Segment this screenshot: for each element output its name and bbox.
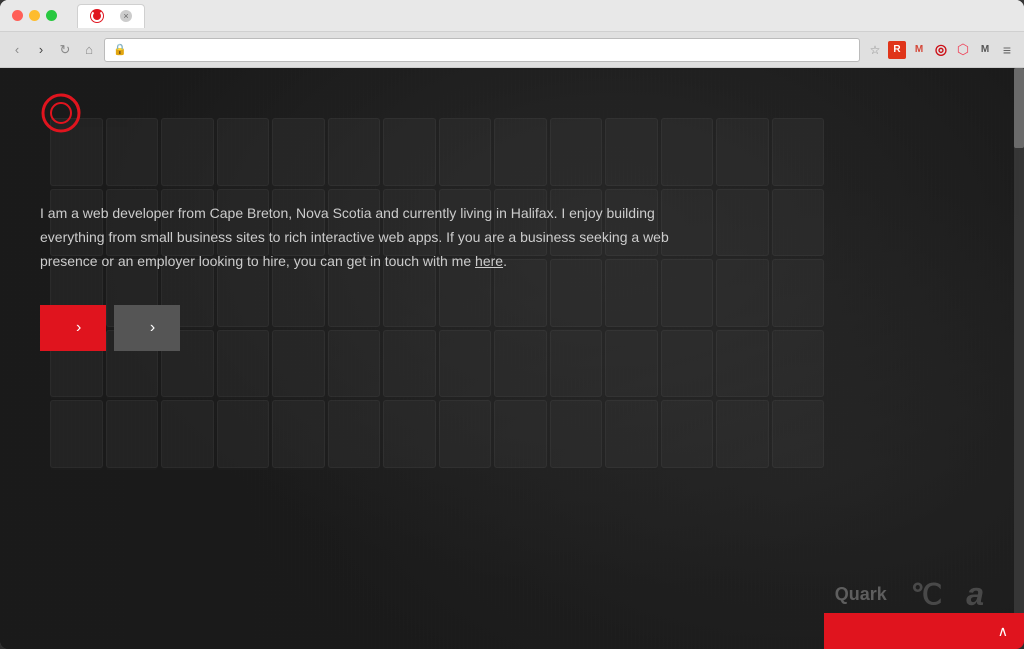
home-button[interactable]: ⌂ xyxy=(80,41,98,59)
hero-description: I am a web developer from Cape Breton, N… xyxy=(40,202,720,273)
close-button[interactable] xyxy=(12,10,23,21)
hero-link[interactable]: here xyxy=(475,253,503,269)
extension-icon-1[interactable]: R xyxy=(888,41,906,59)
logo-icon xyxy=(40,92,82,134)
scrollbar-thumb[interactable] xyxy=(1014,68,1024,148)
need-website-chevron: › xyxy=(76,319,82,337)
traffic-lights xyxy=(12,10,57,21)
site-nav xyxy=(0,68,1024,158)
logo-area xyxy=(40,92,96,134)
refresh-button[interactable]: ↻ xyxy=(56,41,74,59)
logo-a: a xyxy=(966,576,984,613)
menu-icon[interactable]: ≡ xyxy=(998,41,1016,59)
need-website-button[interactable]: › xyxy=(40,305,106,351)
quark-logo: Quark xyxy=(835,584,887,605)
scrollbar[interactable] xyxy=(1014,68,1024,613)
site-content: // Generate keyboard keys via JS const g… xyxy=(0,68,1024,649)
bookmark-icon[interactable]: ☆ xyxy=(866,41,884,59)
title-bar: × xyxy=(0,0,1024,32)
hero-content: I am a web developer from Cape Breton, N… xyxy=(0,158,1024,391)
toolbar-icons: ☆ R M ◎ ⬡ M ≡ xyxy=(866,41,1016,59)
address-bar[interactable]: 🔒 xyxy=(104,38,860,62)
bottom-logos: Quark ℃ a xyxy=(835,576,984,613)
browser-toolbar: ‹ › ↻ ⌂ 🔒 ☆ R M ◎ ⬡ M ≡ xyxy=(0,32,1024,68)
forward-button[interactable]: › xyxy=(32,41,50,59)
minimize-button[interactable] xyxy=(29,10,40,21)
maximize-button[interactable] xyxy=(46,10,57,21)
browser-window: × ‹ › ↻ ⌂ 🔒 ☆ R M ◎ ⬡ M ≡ // Generate ke xyxy=(0,0,1024,649)
logo-c: ℃ xyxy=(911,578,942,611)
looking-to-hire-button[interactable]: › xyxy=(114,305,180,351)
hero-description-text: I am a web developer from Cape Breton, N… xyxy=(40,205,669,269)
nav-links xyxy=(904,110,984,117)
hero-buttons: › › xyxy=(40,305,984,351)
live-chat-bar[interactable]: ∧ xyxy=(824,613,1024,649)
tab-bar: × xyxy=(77,4,1012,28)
live-chat-chevron-icon: ∧ xyxy=(998,623,1008,640)
extension-icon-2[interactable]: M xyxy=(976,41,994,59)
gmail-icon[interactable]: M xyxy=(910,41,928,59)
tab-close-button[interactable]: × xyxy=(120,10,132,22)
opera-icon[interactable]: ◎ xyxy=(932,41,950,59)
browser-tab[interactable]: × xyxy=(77,4,145,28)
back-button[interactable]: ‹ xyxy=(8,41,26,59)
tab-favicon xyxy=(90,9,104,23)
looking-to-hire-chevron: › xyxy=(150,319,156,337)
pocket-icon[interactable]: ⬡ xyxy=(954,41,972,59)
lock-icon: 🔒 xyxy=(113,43,127,56)
